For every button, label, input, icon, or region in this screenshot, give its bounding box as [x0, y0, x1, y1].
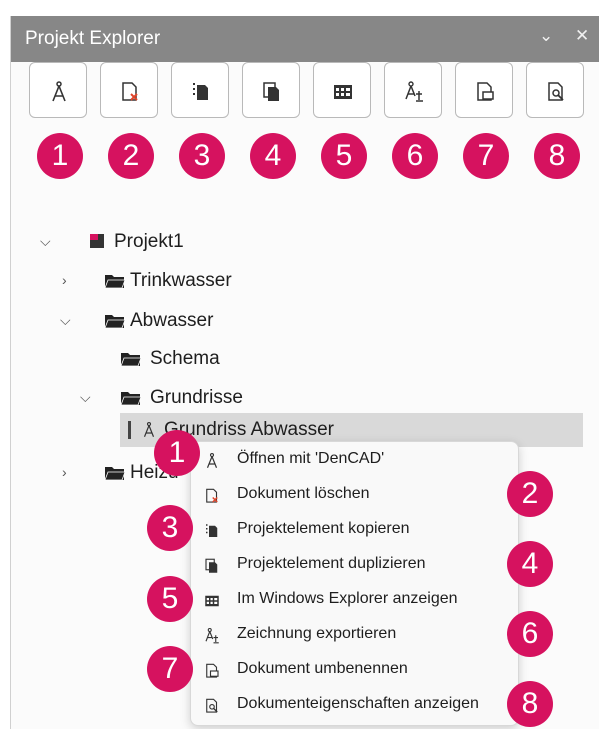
- tree-label-project: Projekt1: [114, 231, 184, 252]
- chevron-down-icon[interactable]: ⌵: [40, 233, 51, 250]
- badge-6: 6: [392, 133, 438, 179]
- open-dencad-button[interactable]: [29, 62, 87, 118]
- tree-label-trinkwasser: Trinkwasser: [130, 270, 232, 291]
- menu-item-delete-document[interactable]: Dokument löschen: [191, 480, 518, 512]
- delete-document-icon: [206, 488, 218, 503]
- menu-item-label: Zeichnung exportieren: [237, 625, 397, 642]
- compass-icon: [206, 452, 218, 468]
- selection-indicator: [128, 421, 131, 439]
- menu-item-label: Dokument löschen: [237, 485, 370, 502]
- menu-item-label: Öffnen mit 'DenCAD': [237, 450, 385, 467]
- rename-document-icon: [477, 82, 494, 101]
- windows-explorer-icon: [334, 85, 352, 99]
- copy-element-icon: [193, 83, 208, 100]
- badge-1: 1: [37, 133, 83, 179]
- menu-item-duplicate-element[interactable]: Projektelement duplizieren: [191, 550, 518, 582]
- menu-item-label: Dokumenteigenschaften anzeigen: [237, 695, 479, 712]
- menu-item-windows-explorer[interactable]: Im Windows Explorer anzeigen: [191, 585, 518, 617]
- menu-badge-6: 6: [507, 611, 553, 657]
- menu-item-rename-document[interactable]: Dokument umbenennen: [191, 655, 518, 687]
- chevron-down-icon[interactable]: ⌄: [539, 26, 553, 46]
- menu-item-label: Im Windows Explorer anzeigen: [237, 590, 458, 607]
- menu-badge-7: 7: [147, 646, 193, 692]
- windows-explorer-icon: [205, 595, 219, 607]
- export-drawing-icon: [405, 81, 423, 102]
- chevron-down-icon[interactable]: ⌵: [60, 312, 71, 329]
- export-drawing-icon: [205, 627, 219, 644]
- folder-icon: [104, 315, 126, 329]
- menu-badge-1: 1: [154, 430, 200, 476]
- menu-item-label: Dokument umbenennen: [237, 660, 408, 677]
- export-drawing-button[interactable]: [384, 62, 442, 118]
- panel-title: Projekt Explorer: [25, 28, 161, 49]
- tree-label-abwasser: Abwasser: [130, 310, 214, 331]
- menu-item-open-dencad[interactable]: Öffnen mit 'DenCAD': [191, 445, 518, 477]
- rename-document-icon: [206, 663, 219, 678]
- menu-badge-4: 4: [507, 541, 553, 587]
- menu-badge-8: 8: [507, 681, 553, 727]
- document-properties-button[interactable]: [526, 62, 584, 118]
- context-menu: Öffnen mit 'DenCAD' Dokument löschen Pro…: [190, 441, 519, 726]
- menu-badge-3: 3: [147, 505, 193, 551]
- panel-titlebar: Projekt Explorer ⌄ ✕: [11, 16, 599, 62]
- compass-icon: [143, 421, 155, 437]
- folder-icon: [120, 353, 142, 367]
- menu-badge-5: 5: [147, 576, 193, 622]
- chevron-right-icon[interactable]: ›: [62, 464, 67, 480]
- menu-item-export-drawing[interactable]: Zeichnung exportieren: [191, 620, 518, 652]
- tree-label-schema: Schema: [150, 348, 220, 369]
- copy-element-button[interactable]: [171, 62, 229, 118]
- delete-document-icon: [122, 82, 138, 101]
- badge-4: 4: [250, 133, 296, 179]
- badge-2: 2: [108, 133, 154, 179]
- badge-3: 3: [179, 133, 225, 179]
- windows-explorer-button[interactable]: [313, 62, 371, 118]
- badge-7: 7: [463, 133, 509, 179]
- badge-8: 8: [534, 133, 580, 179]
- duplicate-element-button[interactable]: [242, 62, 300, 118]
- menu-item-copy-element[interactable]: Projektelement kopieren: [191, 515, 518, 547]
- compass-icon: [52, 81, 66, 102]
- folder-icon: [104, 467, 126, 481]
- menu-item-label: Projektelement kopieren: [237, 520, 410, 537]
- document-properties-icon: [206, 698, 218, 713]
- close-icon[interactable]: ✕: [575, 26, 589, 46]
- menu-item-label: Projektelement duplizieren: [237, 555, 426, 572]
- duplicate-element-icon: [205, 558, 218, 573]
- folder-icon: [120, 392, 142, 406]
- duplicate-element-icon: [263, 82, 279, 101]
- rename-document-button[interactable]: [455, 62, 513, 118]
- badge-5: 5: [321, 133, 367, 179]
- menu-badge-2: 2: [507, 471, 553, 517]
- project-icon: [90, 234, 104, 248]
- folder-icon: [104, 275, 126, 289]
- chevron-right-icon[interactable]: ›: [62, 272, 67, 288]
- document-properties-icon: [548, 82, 564, 101]
- tree-label-grundrisse: Grundrisse: [150, 387, 243, 408]
- chevron-down-icon[interactable]: ⌵: [80, 389, 91, 406]
- menu-item-document-properties[interactable]: Dokumenteigenschaften anzeigen: [191, 690, 518, 722]
- copy-element-icon: [206, 524, 218, 537]
- delete-document-button[interactable]: [100, 62, 158, 118]
